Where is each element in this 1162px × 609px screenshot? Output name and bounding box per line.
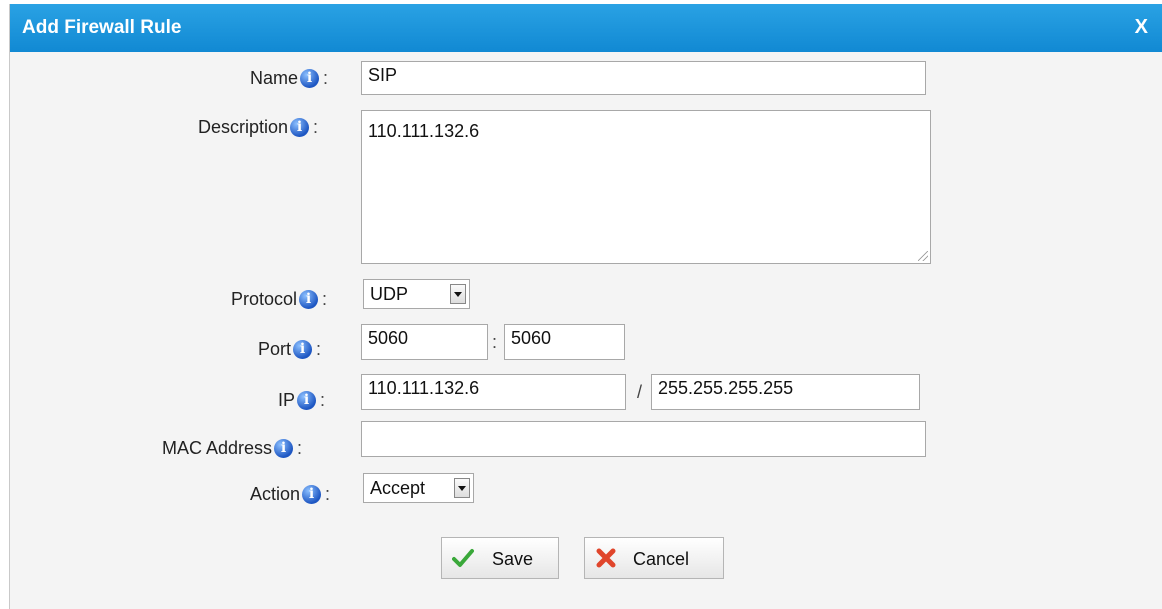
action-label-row: Action i:	[250, 483, 330, 505]
name-label-row: Name i:	[250, 67, 328, 89]
cancel-button[interactable]: Cancel	[584, 537, 724, 579]
port-label: Port	[258, 338, 292, 359]
description-colon: :	[313, 116, 319, 137]
description-text: 110.111.132.6	[368, 121, 480, 141]
ip-mask-input[interactable]: 255.255.255.255	[651, 374, 920, 410]
action-label: Action	[250, 483, 301, 504]
protocol-label-row: Protocol i:	[231, 288, 327, 310]
save-label: Save	[492, 549, 534, 569]
action-info-icon[interactable]: i	[302, 484, 322, 504]
checkmark-icon	[452, 549, 474, 567]
action-selected: Accept	[370, 478, 426, 498]
mac-address-input[interactable]	[361, 421, 926, 457]
ip-colon: :	[320, 389, 326, 410]
name-info-icon[interactable]: i	[300, 68, 320, 88]
port-info-icon[interactable]: i	[293, 339, 313, 359]
protocol-selected: UDP	[370, 284, 409, 304]
ip-info-icon[interactable]: i	[297, 390, 317, 410]
mac-label-row: MAC Address i:	[162, 437, 302, 459]
ip-address-input[interactable]: 110.111.132.6	[361, 374, 626, 410]
description-info-icon[interactable]: i	[290, 117, 310, 137]
ip-separator: /	[637, 382, 643, 402]
name-label: Name	[250, 67, 299, 88]
cancel-label: Cancel	[633, 549, 690, 569]
dialog-titlebar: Add Firewall Rule X	[10, 4, 1162, 52]
action-colon: :	[325, 483, 331, 504]
mac-colon: :	[297, 437, 303, 458]
close-button[interactable]: X	[1135, 16, 1148, 39]
chevron-down-icon	[450, 284, 466, 304]
protocol-label: Protocol	[231, 288, 298, 309]
mac-label: MAC Address	[162, 437, 273, 458]
dialog-title: Add Firewall Rule	[22, 17, 182, 38]
port-colon: :	[316, 338, 322, 359]
description-label: Description	[198, 116, 289, 137]
chevron-down-icon	[454, 478, 470, 498]
port-from-input[interactable]: 5060	[361, 324, 488, 360]
description-textarea[interactable]: 110.111.132.6	[361, 110, 931, 264]
add-firewall-rule-dialog: Add Firewall Rule X Name i: SIP Descripti…	[9, 4, 1162, 609]
port-label-row: Port i:	[258, 338, 321, 360]
name-colon: :	[323, 67, 329, 88]
action-select[interactable]: Accept	[363, 473, 474, 503]
resize-grip-icon[interactable]	[918, 251, 928, 261]
port-to-input[interactable]: 5060	[504, 324, 625, 360]
mac-info-icon[interactable]: i	[274, 438, 294, 458]
protocol-colon: :	[322, 288, 328, 309]
ip-label: IP	[278, 389, 296, 410]
port-separator: :	[492, 332, 498, 352]
ip-label-row: IP i:	[278, 389, 325, 411]
protocol-info-icon[interactable]: i	[299, 289, 319, 309]
description-label-row: Description i:	[198, 116, 318, 138]
cross-icon	[596, 548, 616, 568]
protocol-select[interactable]: UDP	[363, 279, 470, 309]
name-input[interactable]: SIP	[361, 61, 926, 95]
save-button[interactable]: Save	[441, 537, 559, 579]
